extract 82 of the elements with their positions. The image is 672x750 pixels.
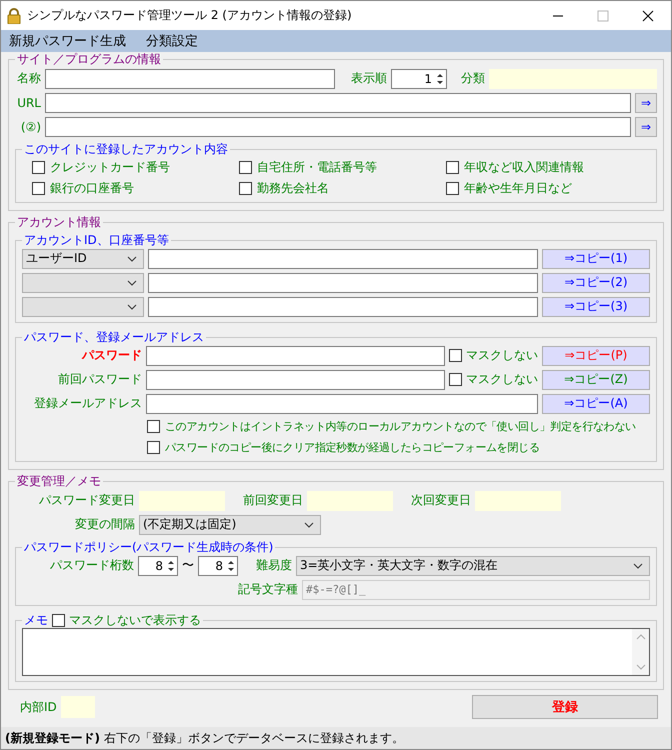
lock-icon: [7, 8, 21, 24]
symbols-field[interactable]: #$-=?@[]_: [302, 580, 650, 600]
checkbox-label: 年齢や生年月日など: [464, 180, 572, 197]
checkbox-label: 年収など収入関連情報: [464, 159, 584, 176]
field-label: 変更の間隔: [74, 516, 135, 533]
chevron-down-icon: [127, 256, 137, 262]
window-title: シンプルなパスワード管理ツール 2 (アカウント情報の登録): [27, 7, 352, 24]
dropdown[interactable]: ユーザーID: [22, 248, 144, 268]
field-label: 難易度: [256, 557, 292, 574]
checkbox[interactable]: [449, 349, 462, 362]
input-field[interactable]: [146, 346, 445, 366]
chevron-down-icon: [127, 280, 137, 286]
field-label: パスワード変更日: [38, 492, 135, 509]
field-label: (②): [20, 120, 41, 134]
field-label: 名称: [16, 70, 41, 87]
field-label: 次回変更日: [411, 492, 471, 509]
open-button[interactable]: ⇒: [635, 116, 657, 136]
menu-item[interactable]: 分類設定: [146, 32, 198, 50]
copy-button[interactable]: ⇒コピー(3): [542, 296, 650, 316]
menu-item[interactable]: 新規パスワード生成: [9, 32, 126, 50]
checkbox[interactable]: [32, 182, 45, 195]
checkbox-label: クレジットカード番号: [50, 159, 170, 176]
memo-field[interactable]: [22, 628, 650, 676]
dropdown[interactable]: 3=英小文字・英大文字・数字の混在: [296, 556, 650, 576]
checkbox[interactable]: [147, 420, 160, 432]
group-title: サイト／プログラムの情報: [16, 52, 162, 66]
checkbox[interactable]: [449, 373, 462, 386]
field-label: 記号文字種: [237, 581, 298, 598]
checkbox[interactable]: [239, 161, 252, 174]
spin-box[interactable]: 8: [198, 556, 238, 576]
checkbox-label: マスクしない: [466, 347, 538, 364]
copy-button[interactable]: ⇒コピー(A): [542, 394, 650, 414]
checkbox-label: 自宅住所・電話番号等: [257, 159, 377, 176]
checkbox-label: マスクしないで表示する: [69, 613, 201, 627]
checkbox[interactable]: [32, 161, 45, 174]
field-label: パスワード桁数: [49, 557, 134, 574]
close-icon[interactable]: [642, 10, 654, 22]
range-separator: 〜: [182, 557, 194, 574]
spin-box[interactable]: 8: [138, 556, 178, 576]
checkbox[interactable]: [147, 440, 160, 454]
copy-button[interactable]: ⇒コピー(2): [542, 272, 650, 292]
status-text: (新規登録モード) 右下の「登録」ボタンでデータベースに登録されます。: [5, 730, 404, 746]
input-field[interactable]: [148, 296, 538, 316]
input-field[interactable]: [146, 394, 538, 414]
field-label: 表示順: [351, 70, 387, 87]
spin-box[interactable]: 1: [391, 68, 447, 88]
field-label: 分類: [461, 70, 485, 87]
chevron-down-icon: [633, 562, 643, 568]
field-label: 前回変更日: [243, 492, 303, 509]
url-field[interactable]: [45, 116, 631, 136]
group-title: メモ: [24, 613, 48, 627]
field-label: URL: [16, 96, 41, 110]
checkbox-label: 勤務先会社名: [257, 180, 329, 197]
group-title: アカウントID、口座番号等: [23, 233, 170, 247]
open-button[interactable]: ⇒: [635, 92, 657, 112]
input-field[interactable]: [45, 68, 335, 88]
input-field[interactable]: [148, 248, 538, 268]
group-title: パスワードポリシー(パスワード生成時の条件): [23, 540, 274, 554]
input-field[interactable]: [148, 272, 538, 292]
copy-button[interactable]: ⇒コピー(1): [542, 248, 650, 268]
copy-button[interactable]: ⇒コピー(Z): [542, 370, 650, 390]
checkbox[interactable]: [446, 182, 459, 195]
dropdown[interactable]: (不定期又は固定): [139, 514, 321, 534]
chevron-down-icon: [304, 522, 314, 528]
field-label: パスワード: [80, 347, 142, 364]
checkbox-label: マスクしない: [466, 371, 538, 388]
checkbox[interactable]: [52, 614, 65, 626]
url-field[interactable]: [45, 92, 631, 112]
checkbox-label: パスワードのコピー後にクリア指定秒数が経過したらコピーフォームを閉じる: [165, 440, 540, 454]
checkbox[interactable]: [446, 161, 459, 174]
field-label: 前回パスワード: [57, 371, 142, 388]
field-label: 登録メールアドレス: [33, 395, 142, 412]
input-field[interactable]: [146, 370, 445, 390]
checkbox-label: このアカウントはイントラネット内等のローカルアカウントなので「使い回し」判定を行なわない: [165, 418, 636, 434]
group-title: 変更管理／メモ: [16, 474, 102, 488]
field-label: 内部ID: [20, 698, 57, 716]
checkbox-label: 銀行の口座番号: [50, 180, 134, 197]
group-title: アカウント情報: [16, 215, 102, 229]
checkbox[interactable]: [239, 182, 252, 195]
group-title: このサイトに登録したアカウント内容: [23, 142, 229, 156]
group-title: パスワード、登録メールアドレス: [23, 330, 205, 344]
chevron-down-icon: [127, 304, 137, 310]
